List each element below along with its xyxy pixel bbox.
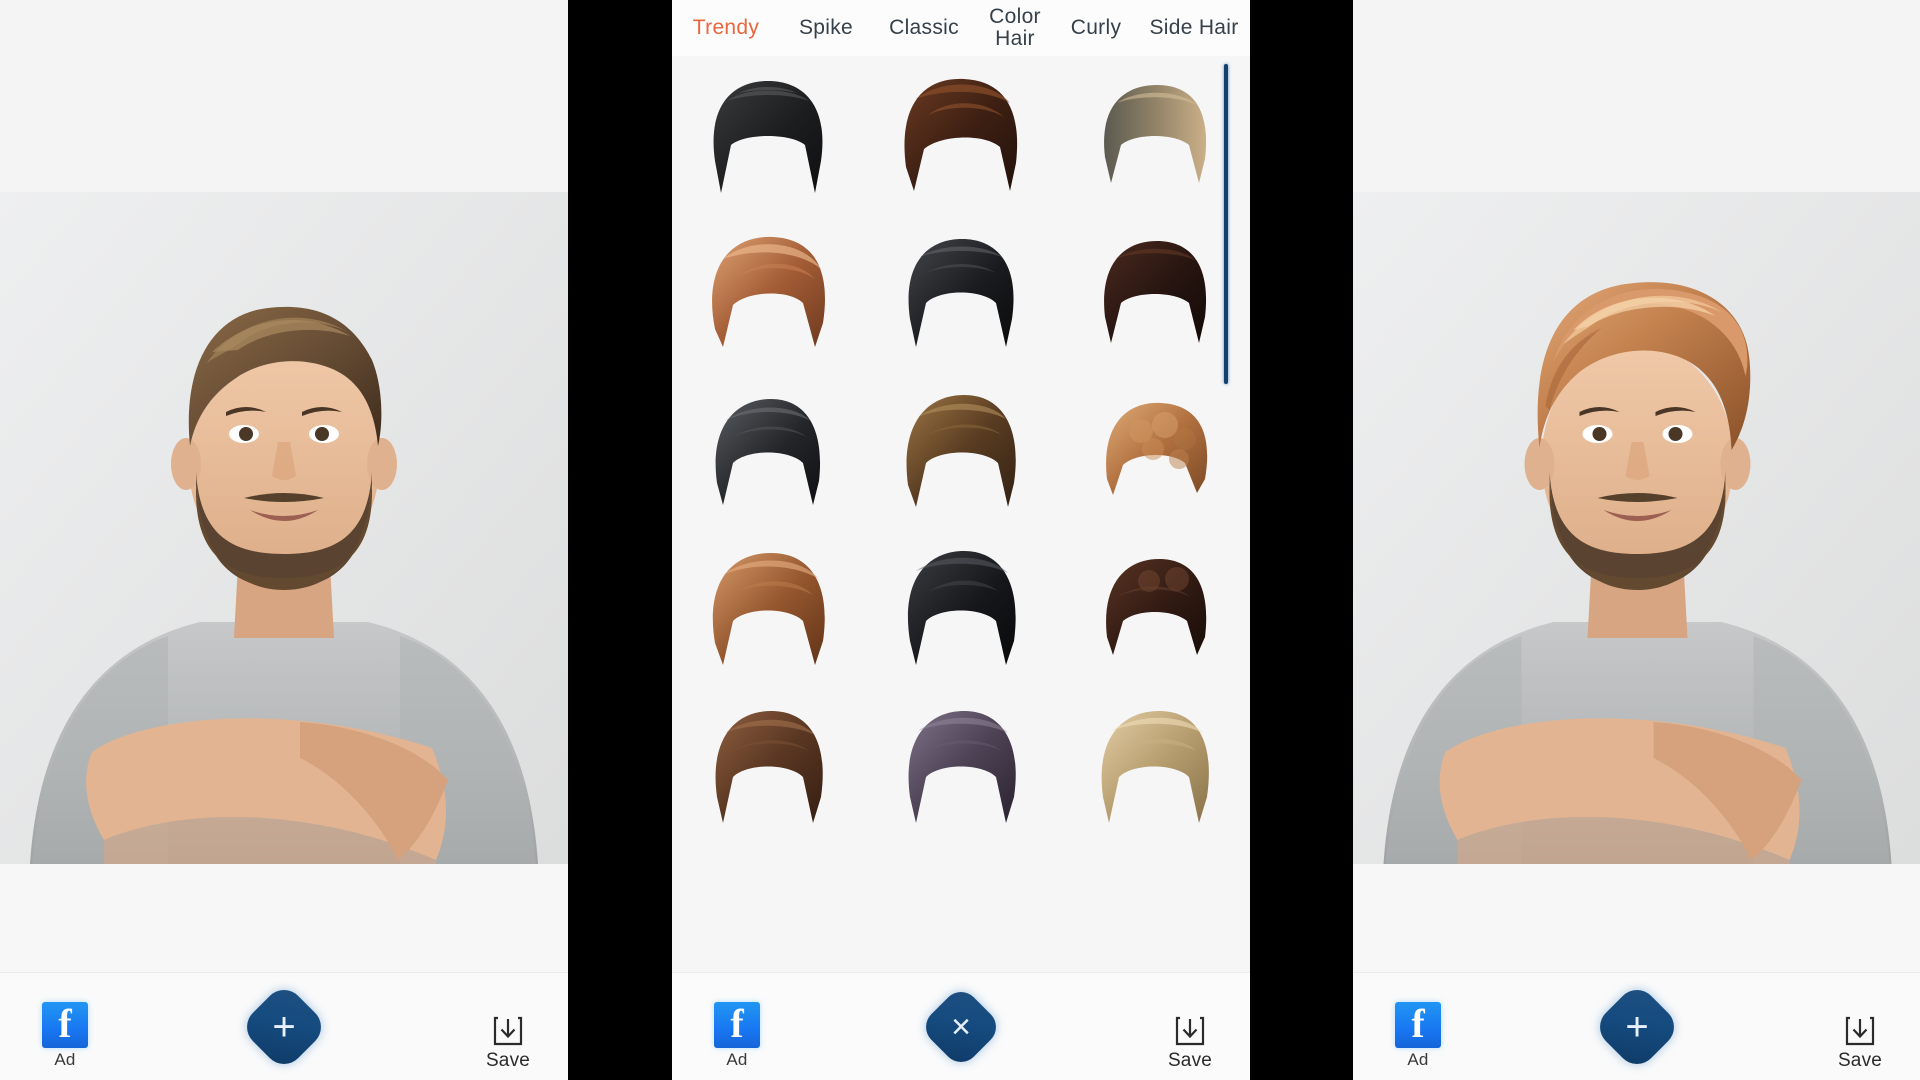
save-label: Save bbox=[1837, 1050, 1883, 1071]
hairstyle-thumb[interactable] bbox=[1057, 688, 1250, 846]
hairstyle-thumb[interactable] bbox=[672, 530, 865, 688]
hairstyle-thumb[interactable] bbox=[672, 56, 865, 214]
plus-icon: + bbox=[1591, 981, 1682, 1072]
tab-color-hair[interactable]: Color Hair bbox=[976, 5, 1054, 50]
hairstyle-thumb[interactable] bbox=[865, 214, 1058, 372]
add-hairstyle-button-right[interactable]: + bbox=[1591, 981, 1682, 1072]
save-button-left[interactable]: Save bbox=[462, 1014, 554, 1072]
download-icon bbox=[1173, 1014, 1207, 1048]
letterbox-divider-1 bbox=[568, 0, 672, 1080]
save-label: Save bbox=[485, 1050, 531, 1071]
facebook-icon bbox=[1395, 1000, 1441, 1048]
hairstyle-thumb[interactable] bbox=[672, 372, 865, 530]
add-hairstyle-button-left[interactable]: + bbox=[238, 981, 330, 1072]
panel-result-photo: Ad + Save bbox=[1353, 0, 1920, 1080]
close-icon: × bbox=[918, 984, 1004, 1069]
hairstyle-thumb[interactable] bbox=[1057, 530, 1250, 688]
plus-glyph: + bbox=[1624, 1004, 1649, 1049]
hairstyle-thumb[interactable] bbox=[672, 214, 865, 372]
hairstyle-thumb[interactable] bbox=[1057, 56, 1250, 214]
facebook-icon bbox=[714, 1000, 760, 1048]
facebook-icon bbox=[42, 1000, 88, 1048]
ad-button-right[interactable]: Ad bbox=[1375, 1000, 1461, 1070]
photo-top-strip bbox=[0, 0, 568, 192]
tab-trendy[interactable]: Trendy bbox=[672, 16, 780, 39]
save-button-middle[interactable]: Save bbox=[1144, 1014, 1236, 1072]
panel-hairstyle-picker: Trendy Spike Classic Color Hair Curly Si… bbox=[672, 0, 1250, 1080]
save-label: Save bbox=[1167, 1050, 1213, 1071]
tab-side-hair[interactable]: Side Hair bbox=[1138, 16, 1250, 39]
panel-original-photo: Ad + Save bbox=[0, 0, 568, 1080]
ad-label: Ad bbox=[1407, 1050, 1429, 1069]
bottom-toolbar-right: Ad + Save bbox=[1353, 972, 1920, 1080]
ad-button-middle[interactable]: Ad bbox=[694, 1000, 780, 1070]
result-photo-canvas[interactable] bbox=[1353, 192, 1920, 864]
save-button-right[interactable]: Save bbox=[1814, 1014, 1906, 1072]
portrait-after bbox=[1353, 192, 1920, 864]
ad-label: Ad bbox=[726, 1050, 748, 1069]
ad-button-left[interactable]: Ad bbox=[22, 1000, 108, 1070]
hairstyle-grid bbox=[672, 56, 1250, 846]
tab-classic[interactable]: Classic bbox=[872, 16, 976, 39]
hairstyle-thumb[interactable] bbox=[865, 530, 1058, 688]
tab-spike[interactable]: Spike bbox=[780, 16, 872, 39]
hairstyle-thumb[interactable] bbox=[865, 56, 1058, 214]
hairstyle-thumb[interactable] bbox=[672, 688, 865, 846]
hairstyle-thumb[interactable] bbox=[1057, 214, 1250, 372]
letterbox-divider-2 bbox=[1250, 0, 1353, 1080]
ad-label: Ad bbox=[54, 1050, 76, 1069]
hairstyle-grid-area[interactable] bbox=[672, 56, 1250, 972]
hairstyle-thumb[interactable] bbox=[865, 688, 1058, 846]
app-screenshot: Ad + Save Trendy bbox=[0, 0, 1920, 1080]
plus-icon: + bbox=[238, 981, 330, 1072]
vertical-scrollbar[interactable] bbox=[1224, 64, 1228, 384]
download-icon bbox=[491, 1014, 525, 1048]
close-picker-button[interactable]: × bbox=[918, 984, 1004, 1069]
portrait-before bbox=[0, 192, 568, 864]
category-tab-bar: Trendy Spike Classic Color Hair Curly Si… bbox=[672, 0, 1250, 56]
bottom-toolbar-left: Ad + Save bbox=[0, 972, 568, 1080]
download-icon bbox=[1843, 1014, 1877, 1048]
plus-glyph: + bbox=[272, 1004, 296, 1049]
bottom-toolbar-middle: Ad × Save bbox=[672, 972, 1250, 1080]
original-photo-canvas[interactable] bbox=[0, 192, 568, 864]
photo-top-strip bbox=[1353, 0, 1920, 192]
hairstyle-thumb[interactable] bbox=[1057, 372, 1250, 530]
close-glyph: × bbox=[951, 1007, 971, 1046]
hairstyle-thumb[interactable] bbox=[865, 372, 1058, 530]
tab-curly[interactable]: Curly bbox=[1054, 16, 1138, 39]
